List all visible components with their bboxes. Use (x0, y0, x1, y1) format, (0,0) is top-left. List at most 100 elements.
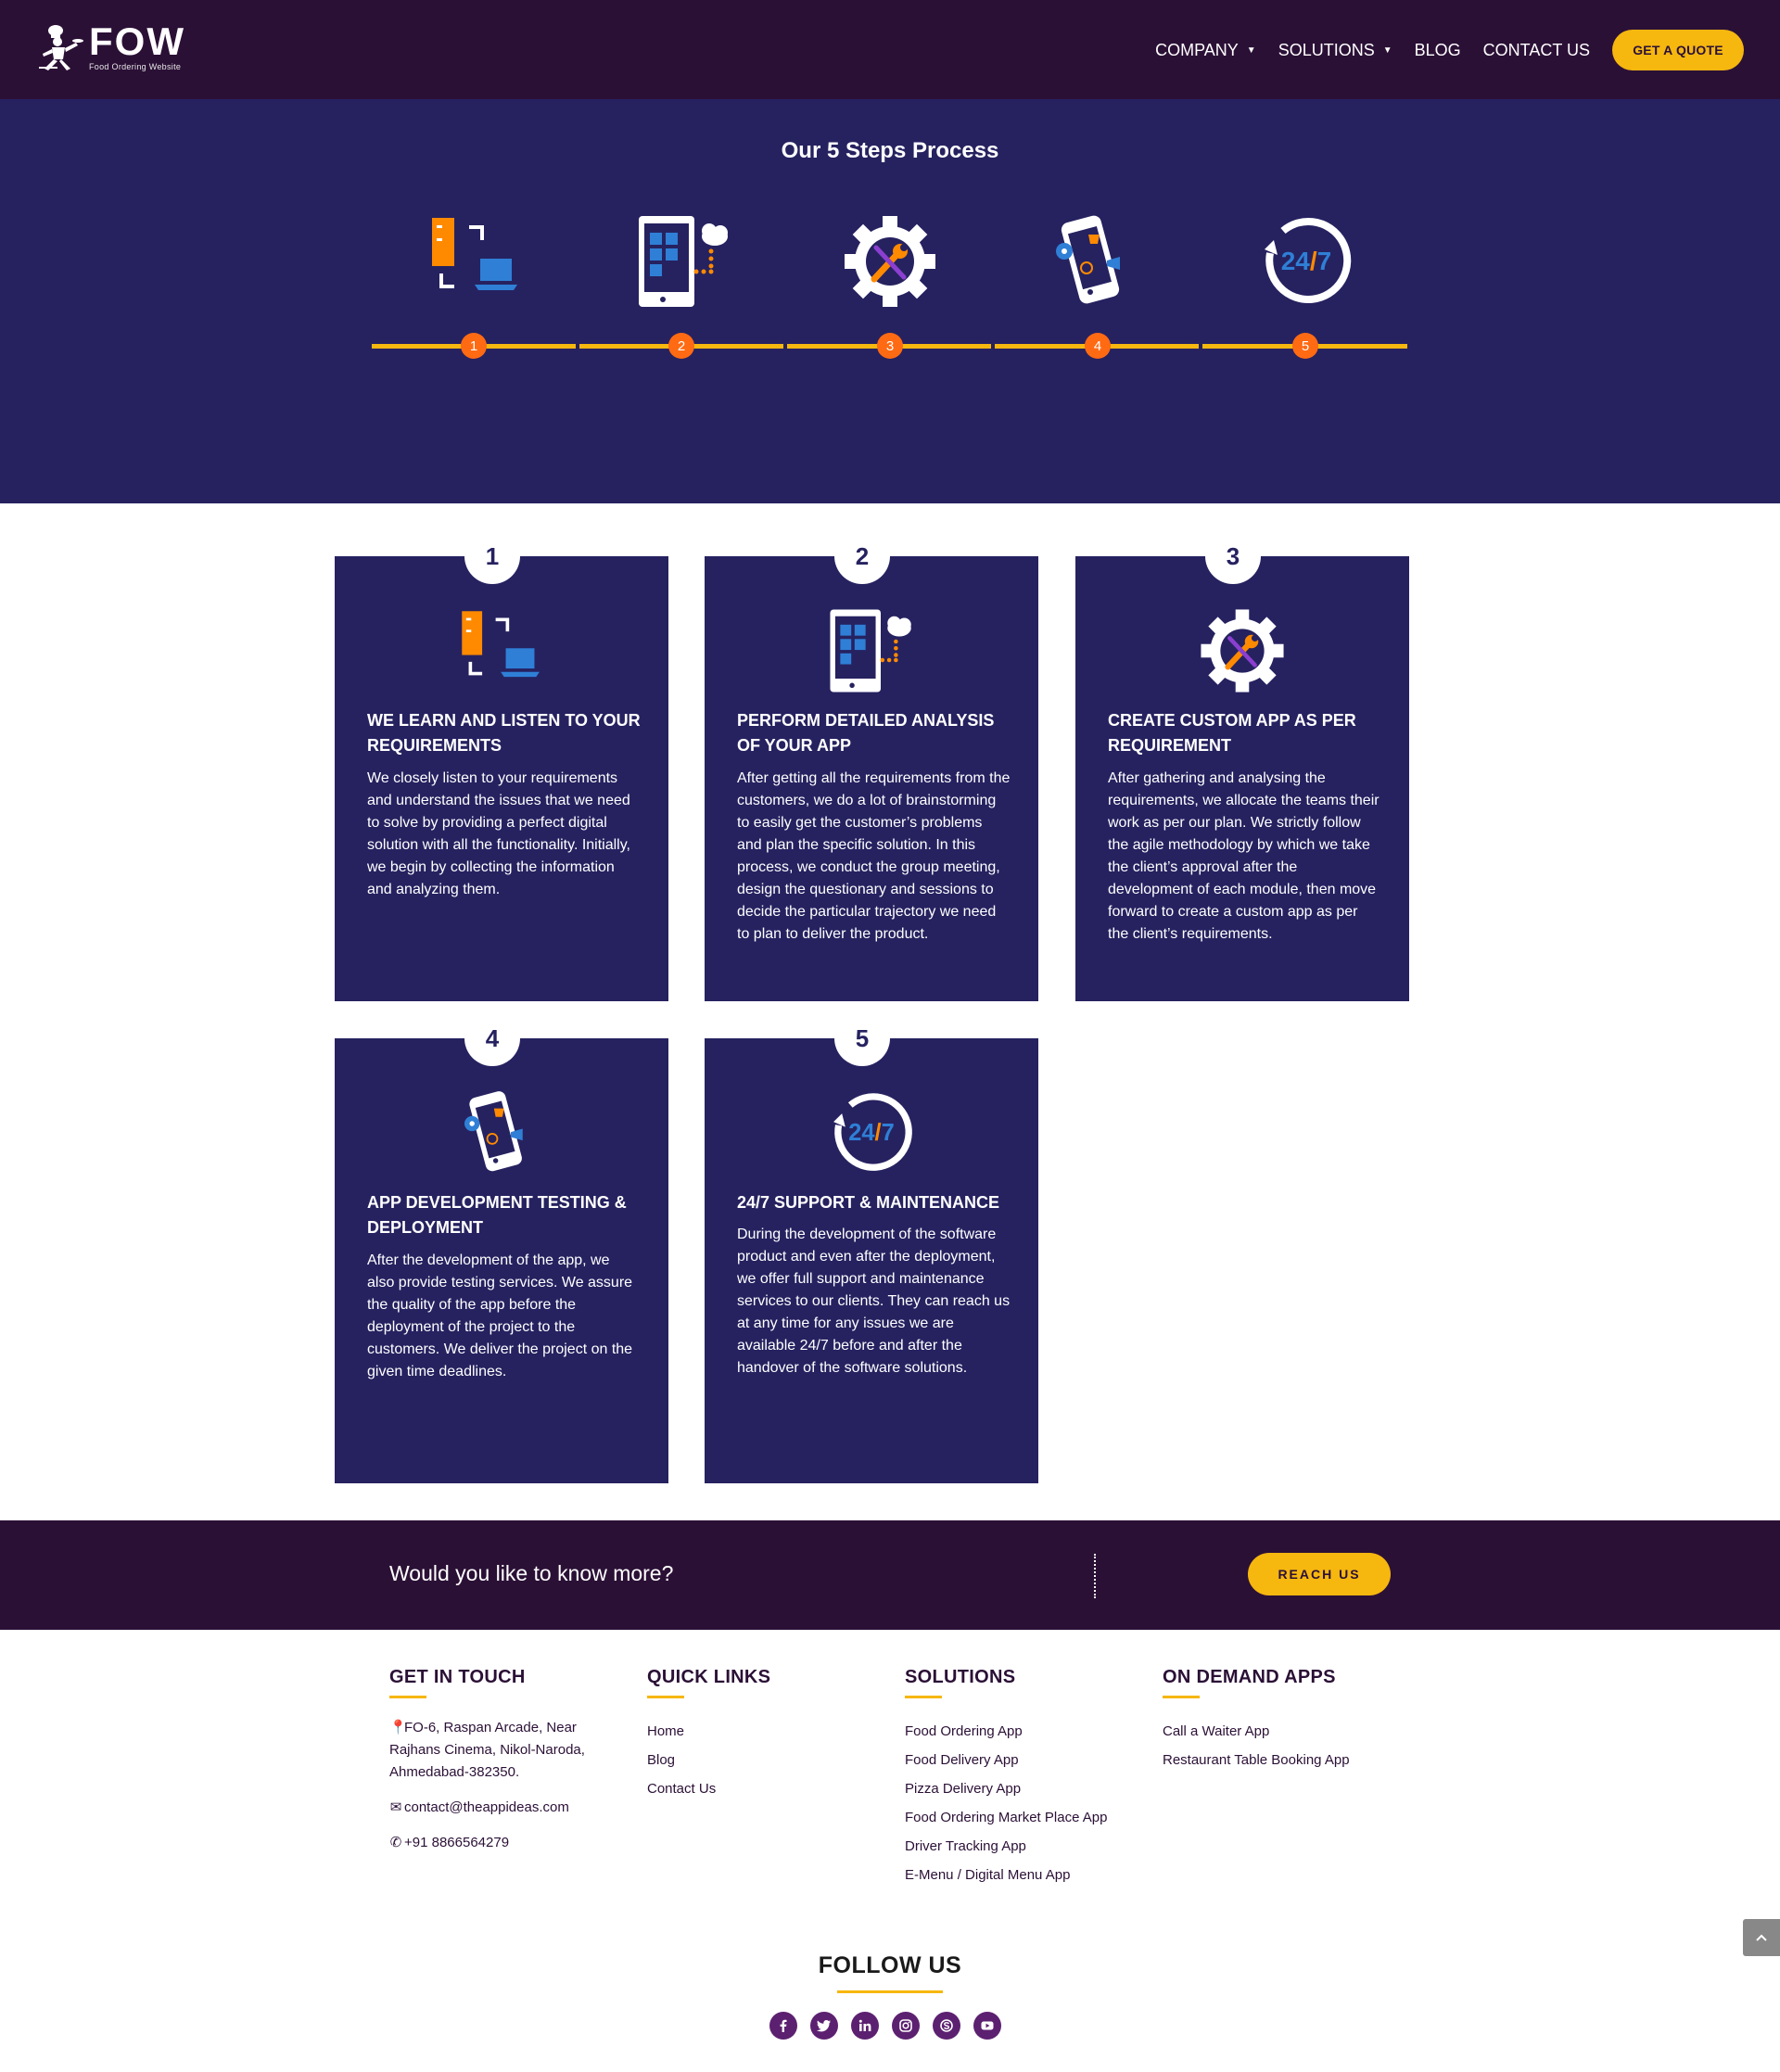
card-title: WE LEARN AND LISTEN TO YOUR REQUIREMENTS (367, 711, 641, 755)
envelope-icon: ✉ (389, 1799, 402, 1815)
step-card: 3 CREATE CUSTOM APP AS PER REQUIREMENT A… (1075, 528, 1409, 1001)
steps-timeline: 1 2 3 4 5 (372, 333, 1407, 359)
footer-heading: GET IN TOUCH (389, 1667, 526, 1687)
card-number: 4 (464, 1011, 520, 1066)
email-link[interactable]: contact@theappideas.com (404, 1797, 569, 1819)
facebook-icon[interactable] (769, 2012, 797, 2040)
gear-wrench-icon (1201, 609, 1284, 693)
step-card: 4 APP DEVELOPMENT TESTING & DEPLOYMENT A… (335, 1011, 668, 1483)
nav-company[interactable]: COMPANY ▼ (1155, 41, 1256, 60)
support-24-7-icon: 24/7 (1265, 218, 1352, 303)
footer-link-solution[interactable]: Driver Tracking App (905, 1832, 1146, 1861)
logo[interactable]: FOW Food Ordering Website (35, 22, 185, 72)
address-row: 📍FO-6, Raspan Arcade, Near Rajhans Cinem… (389, 1717, 612, 1784)
footer-link-solution[interactable]: Food Ordering App (905, 1717, 1146, 1746)
footer-quick-links: QUICK LINKS Home Blog Contact Us (647, 1667, 870, 1803)
tablet-cloud-icon (639, 216, 728, 307)
card-text: During the development of the software p… (737, 1227, 1011, 1376)
footer-link-solution[interactable]: Food Delivery App (905, 1746, 1146, 1774)
svg-text:24/7: 24/7 (848, 1120, 895, 1146)
youtube-icon[interactable] (973, 2012, 1001, 2040)
step-card: 5 24/7 24/7 SUPPORT & MAINTENANCE During… (705, 1011, 1038, 1483)
twitter-icon[interactable] (810, 2012, 838, 2040)
nav-contact-us[interactable]: CONTACT US (1483, 41, 1590, 60)
cta-text: Would you like to know more? (389, 1561, 674, 1585)
footer-link-contact[interactable]: Contact Us (647, 1774, 870, 1803)
cta-band: Would you like to know more? REACH US (0, 1520, 1780, 1630)
footer-heading: ON DEMAND APPS (1163, 1667, 1336, 1687)
support-24-7-icon: 24/7 (833, 1093, 912, 1171)
footer-link-solution[interactable]: E-Menu / Digital Menu App (905, 1861, 1146, 1889)
card-title: CREATE CUSTOM APP AS PER REQUIREMENT (1108, 711, 1356, 755)
reach-us-button[interactable]: REACH US (1248, 1553, 1391, 1595)
svg-text:24/7: 24/7 (1281, 247, 1332, 275)
caret-down-icon: ▼ (1246, 44, 1256, 56)
server-laptop-icon (432, 218, 517, 290)
nav-company-label: COMPANY (1155, 40, 1239, 59)
footer-link-home[interactable]: Home (647, 1717, 870, 1746)
step-dot: 2 (668, 333, 694, 359)
step-card: 2 PERFORM DETAILED ANALYSIS OF YOUR APP … (705, 528, 1038, 1001)
phone-icon: ✆ (389, 1835, 402, 1850)
tablet-cloud-icon (830, 609, 911, 693)
card-title: 24/7 SUPPORT & MAINTENANCE (737, 1193, 1000, 1212)
step-dot: 5 (1292, 333, 1318, 359)
nav-blog-label: BLOG (1414, 40, 1461, 59)
footer-link-solution[interactable]: Pizza Delivery App (905, 1774, 1146, 1803)
cta-divider (1094, 1554, 1096, 1598)
card-title: APP DEVELOPMENT TESTING & DEPLOYMENT (367, 1193, 627, 1237)
heading-underline (1163, 1696, 1200, 1698)
heading-underline (389, 1696, 426, 1698)
caret-down-icon: ▼ (1382, 44, 1392, 56)
card-text: After gathering and analysing the requir… (1108, 770, 1380, 942)
footer-get-in-touch: GET IN TOUCH 📍FO-6, Raspan Arcade, Near … (389, 1667, 612, 1867)
footer-solutions: SOLUTIONS Food Ordering App Food Deliver… (905, 1667, 1146, 1889)
footer-link-solution[interactable]: Food Ordering Market Place App (905, 1803, 1146, 1832)
step-dot: 1 (461, 333, 487, 359)
step-dot: 3 (877, 333, 903, 359)
footer-link-blog[interactable]: Blog (647, 1746, 870, 1774)
map-pin-icon: 📍 (389, 1720, 407, 1735)
gear-wrench-icon (845, 216, 935, 307)
linkedin-icon[interactable] (851, 2012, 879, 2040)
card-text: After the development of the app, we als… (367, 1252, 633, 1379)
follow-us: FOLLOW US (0, 1952, 1780, 1993)
phone-cart-icon (464, 1091, 523, 1172)
main-nav: COMPANY ▼ SOLUTIONS ▼ BLOG CONTACT US GE… (1133, 30, 1744, 70)
heading-underline (905, 1696, 942, 1698)
social-links (769, 2012, 1014, 2040)
card-title: PERFORM DETAILED ANALYSIS OF YOUR APP (737, 711, 995, 755)
instagram-icon[interactable] (892, 2012, 920, 2040)
chevron-up-icon (1756, 1934, 1767, 1941)
footer-heading: QUICK LINKS (647, 1667, 771, 1687)
card-number: 2 (834, 528, 890, 584)
card-number: 1 (464, 528, 520, 584)
steps-title: Our 5 Steps Process (781, 138, 999, 163)
nav-blog[interactable]: BLOG (1415, 41, 1461, 60)
phone-link[interactable]: +91 8866564279 (404, 1832, 509, 1854)
logo-subtitle: Food Ordering Website (89, 62, 182, 71)
skype-icon[interactable] (933, 2012, 960, 2040)
footer-link-app[interactable]: Restaurant Table Booking App (1163, 1746, 1404, 1774)
scroll-to-top-button[interactable] (1743, 1919, 1780, 1956)
footer-heading: SOLUTIONS (905, 1667, 1016, 1687)
card-text: We closely listen to your requirements a… (367, 770, 630, 897)
step-card: 1 WE LEARN AND LISTEN TO YOUR REQUIREMEN… (335, 528, 668, 1001)
nav-solutions[interactable]: SOLUTIONS ▼ (1278, 41, 1392, 60)
step-dot: 4 (1085, 333, 1111, 359)
card-number: 5 (834, 1011, 890, 1066)
email-row[interactable]: ✉ contact@theappideas.com (389, 1797, 612, 1819)
footer-on-demand-apps: ON DEMAND APPS Call a Waiter App Restaur… (1163, 1667, 1404, 1774)
steps-process-section: Our 5 Steps Process 24/7 1 2 3 4 5 (0, 99, 1780, 503)
follow-heading: FOLLOW US (818, 1952, 962, 1978)
address-value: FO-6, Raspan Arcade, Near Rajhans Cinema… (389, 1720, 585, 1780)
nav-solutions-label: SOLUTIONS (1278, 40, 1375, 59)
site-header: FOW Food Ordering Website COMPANY ▼ SOLU… (0, 0, 1780, 99)
nav-contact-label: CONTACT US (1482, 40, 1590, 59)
phone-row[interactable]: ✆ +91 8866564279 (389, 1832, 612, 1854)
address-text: 📍FO-6, Raspan Arcade, Near Rajhans Cinem… (389, 1717, 612, 1784)
footer-link-app[interactable]: Call a Waiter App (1163, 1717, 1404, 1746)
logo-title: FOW (89, 19, 185, 63)
get-a-quote-button[interactable]: GET A QUOTE (1612, 30, 1744, 70)
card-number: 3 (1205, 528, 1261, 584)
